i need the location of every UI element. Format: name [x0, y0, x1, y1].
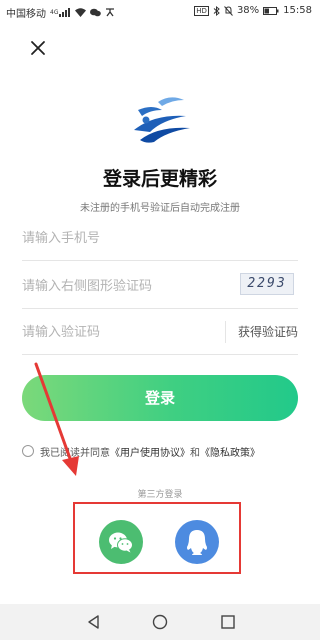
agreement-and: 和 [190, 447, 200, 459]
nav-home-button[interactable] [152, 614, 168, 630]
home-circle-icon [152, 614, 168, 630]
system-nav-bar [0, 604, 320, 640]
phone-input[interactable] [22, 227, 222, 249]
back-triangle-icon [88, 615, 99, 629]
page-title: 登录后更精彩 [102, 168, 217, 190]
nav-recents-button[interactable] [220, 614, 236, 630]
signal-icon: 4G [50, 8, 71, 17]
third-party-label: 第三方登录 [137, 490, 183, 500]
wifi-icon [75, 8, 87, 17]
hd-badge: HD [194, 5, 209, 16]
captcha-field-row: 2293 [22, 265, 298, 309]
nav-back-button[interactable] [86, 614, 102, 630]
agree-radio[interactable] [22, 445, 34, 457]
page-subtitle: 未注册的手机号验证后自动完成注册 [80, 203, 240, 214]
wechat-icon [109, 532, 133, 553]
recents-square-icon [221, 615, 235, 629]
privacy-policy-link[interactable]: 《隐私政策》 [200, 444, 260, 459]
battery-icon [263, 6, 279, 15]
captcha-input[interactable] [22, 275, 222, 297]
clock: 15:58 [283, 5, 312, 16]
qq-login-button[interactable] [175, 520, 219, 564]
battery-percent: 38% [236, 5, 260, 16]
chat-notification-icon [90, 8, 102, 17]
user-agreement-link[interactable]: 《用户使用协议》 [110, 444, 190, 459]
status-bar: 中国移动 4G HD 38% 15:58 [0, 0, 320, 22]
status-right: HD 38% 15:58 [194, 5, 312, 16]
bluetooth-icon [213, 5, 220, 16]
close-icon [31, 41, 45, 55]
network-type: 4G [50, 9, 59, 16]
carrier-name: 中国移动 [6, 9, 46, 20]
verification-code-input[interactable] [22, 321, 222, 343]
code-field-row: 获得验证码 [22, 311, 298, 355]
mute-icon [224, 5, 233, 16]
agreement-prefix: 我已阅读并同意 [40, 447, 110, 459]
app-logo [128, 90, 194, 146]
status-left: 中国移动 4G [6, 5, 115, 20]
get-code-button[interactable]: 获得验证码 [224, 321, 298, 343]
agreement-row: 我已阅读并同意 《用户使用协议》 和 《隐私政策》 [22, 442, 312, 460]
qq-icon [187, 530, 207, 555]
close-button[interactable] [26, 36, 50, 60]
wechat-login-button[interactable] [99, 520, 143, 564]
captcha-image[interactable]: 2293 [240, 273, 294, 295]
phone-field-row [22, 217, 298, 261]
app-notification-icon [105, 8, 115, 17]
login-button[interactable]: 登录 [22, 375, 298, 421]
